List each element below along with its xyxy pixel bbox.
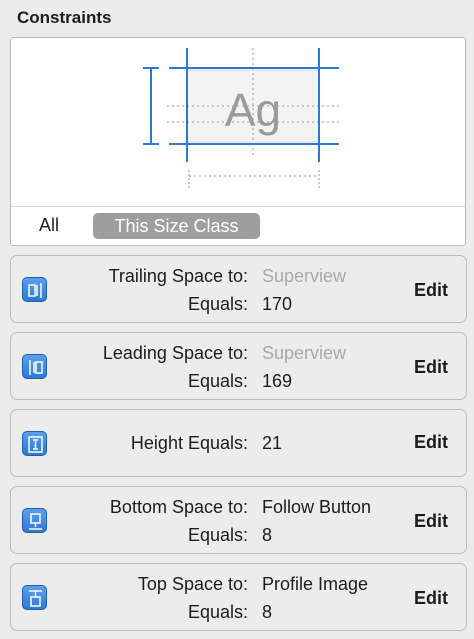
edit-button[interactable]: Edit — [414, 432, 448, 453]
constraint-value: 8 — [262, 525, 273, 545]
trailing-space-icon[interactable] — [22, 277, 47, 302]
bottom-space-icon[interactable] — [22, 508, 47, 533]
edit-button[interactable]: Edit — [414, 588, 448, 609]
equals-label: Equals: — [187, 294, 248, 314]
top-space-icon[interactable] — [22, 585, 47, 610]
constraint-value: 8 — [262, 602, 273, 622]
constraint-target: Follow Button — [262, 497, 372, 517]
size-class-tabs: All This Size Class — [11, 206, 465, 245]
constraint-target: Superview — [262, 343, 347, 363]
edit-button[interactable]: Edit — [414, 357, 448, 378]
constraint-target: Profile Image — [262, 574, 369, 594]
leading-space-icon[interactable] — [22, 354, 47, 379]
tab-all[interactable]: All — [39, 215, 59, 236]
constraint-value: 169 — [262, 371, 293, 391]
constraint-row-top[interactable]: Top Space to: Profile Image Equals: 8 Ed… — [10, 563, 467, 631]
constraint-target: Superview — [262, 266, 347, 286]
edit-button[interactable]: Edit — [414, 280, 448, 301]
equals-label: Equals: — [187, 602, 248, 622]
equals-label: Equals: — [187, 525, 248, 545]
edit-button[interactable]: Edit — [414, 511, 448, 532]
constraint-label: Trailing Space to: — [108, 266, 248, 286]
constraints-preview: Ag All This Size Class — [10, 37, 466, 246]
height-icon[interactable] — [22, 431, 47, 456]
panel-title: Constraints — [17, 8, 112, 27]
constraint-label: Top Space to: — [137, 574, 248, 594]
constraint-row-trailing[interactable]: Trailing Space to: Superview Equals: 170… — [10, 255, 467, 323]
constraint-label: Height Equals: — [130, 433, 248, 453]
tab-this-size-class[interactable]: This Size Class — [93, 213, 260, 239]
constraint-label: Leading Space to: — [102, 343, 248, 363]
constraint-label: Bottom Space to: — [109, 497, 248, 517]
equals-label: Equals: — [187, 371, 248, 391]
constraint-row-bottom[interactable]: Bottom Space to: Follow Button Equals: 8… — [10, 486, 467, 554]
constraint-row-leading[interactable]: Leading Space to: Superview Equals: 169 … — [10, 332, 467, 400]
constraint-value: 21 — [262, 433, 283, 453]
preview-sample-text: Ag — [224, 84, 282, 136]
constraint-row-height[interactable]: Height Equals: 21 Edit — [10, 409, 467, 477]
constraint-value: 170 — [262, 294, 293, 314]
